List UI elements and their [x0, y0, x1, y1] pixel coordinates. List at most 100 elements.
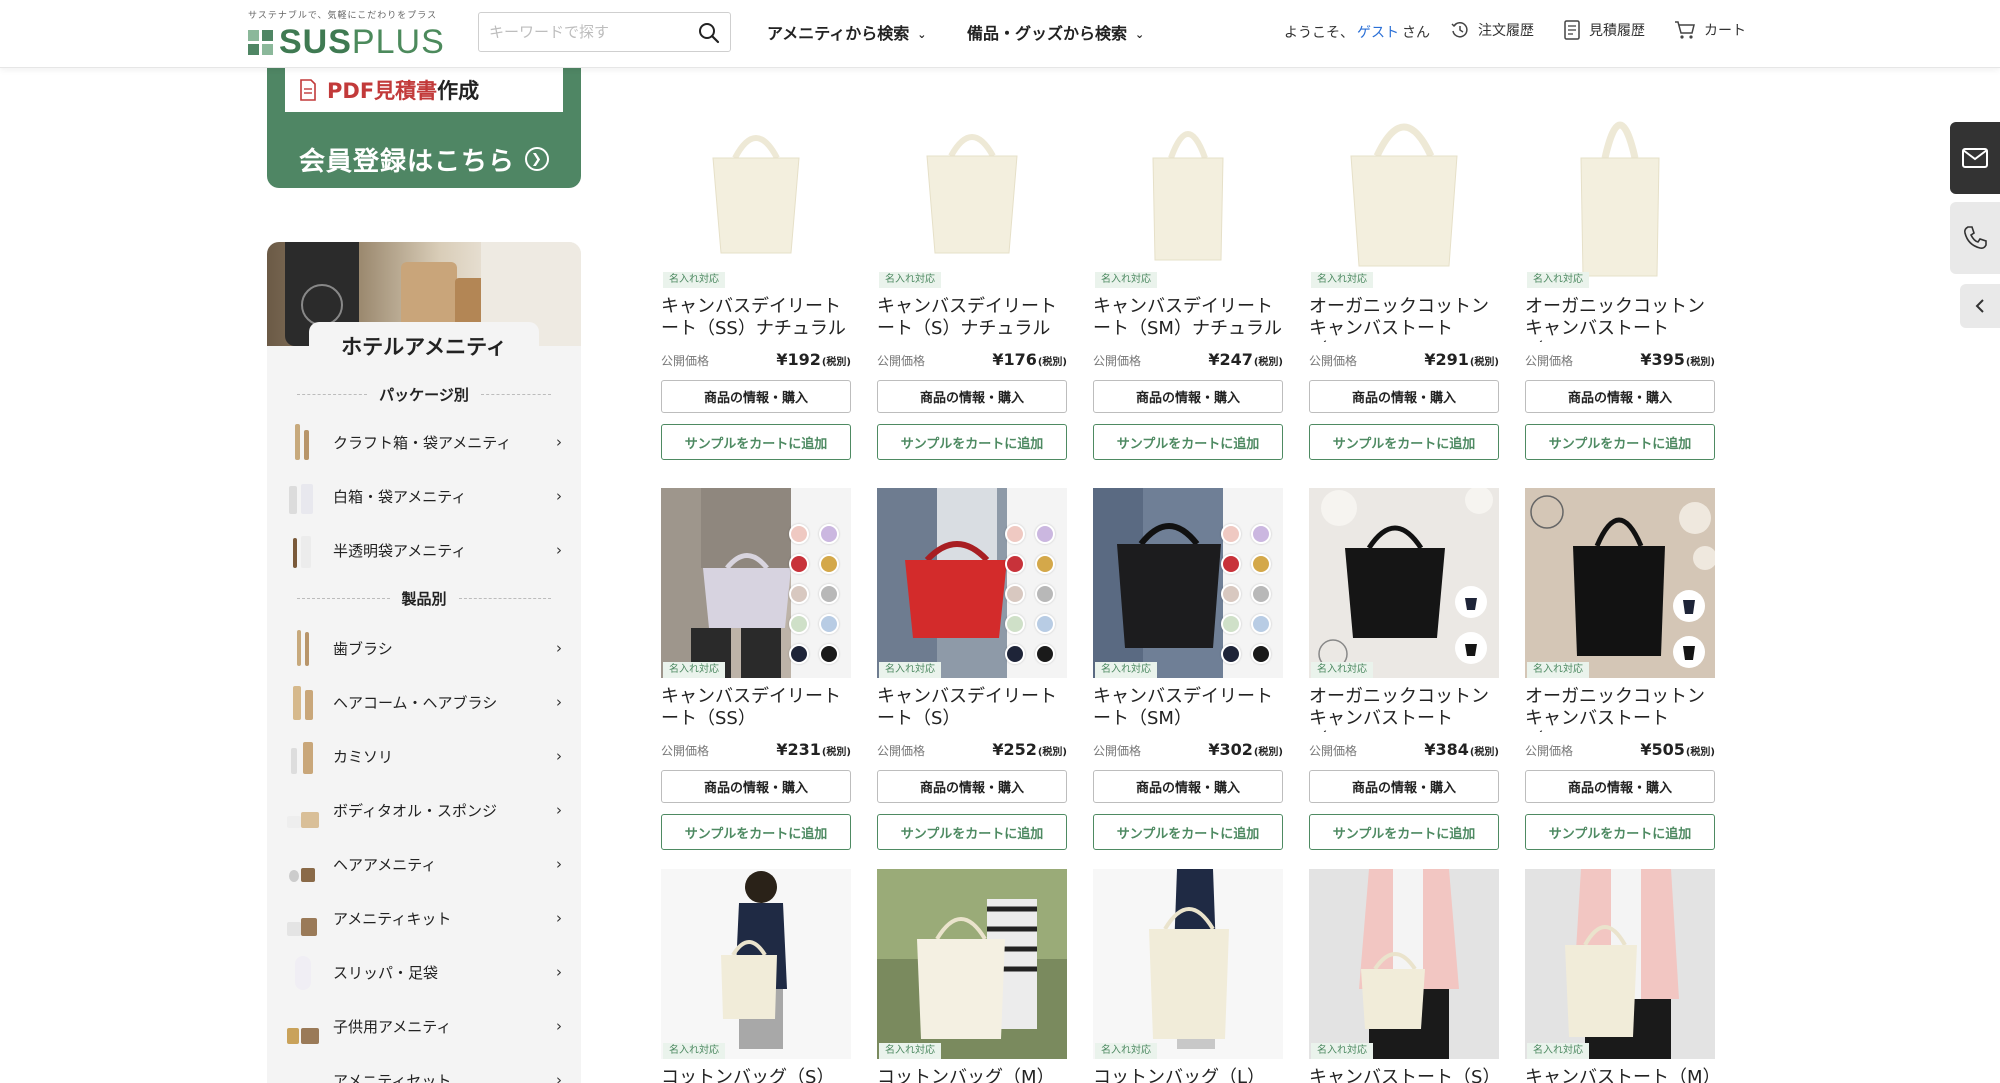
sidebar-item-razor[interactable]: カミソリ ›	[287, 736, 567, 776]
collapse-tab[interactable]	[1960, 284, 2000, 328]
product-info-button[interactable]: 商品の情報・購入	[1093, 770, 1283, 803]
product-name[interactable]: キャンバスデイリートート（S）ナチュラル	[877, 296, 1067, 342]
product-price: ¥231(税別)	[776, 740, 851, 759]
chevron-right-icon: ›	[556, 747, 562, 765]
site-header: サステナブルで、気軽にこだわりをプラス SUSPLUS アメニティから検索⌄ 備…	[0, 0, 2000, 68]
name-print-badge: 名入れ対応	[1311, 1043, 1373, 1059]
product-name[interactable]: キャンバスデイリートート（SS）ナチュラル	[661, 296, 851, 342]
sidebar-item-craft-box[interactable]: クラフト箱・袋アメニティ ›	[287, 422, 567, 462]
sidebar-item-hair-comb[interactable]: ヘアコーム・ヘアブラシ ›	[287, 682, 567, 722]
white-amenity-thumbnail	[287, 478, 317, 514]
color-swatches	[1221, 524, 1271, 664]
product-price: ¥384(税別)	[1424, 740, 1499, 759]
slippers-thumbnail	[287, 954, 317, 990]
product-price: ¥252(税別)	[992, 740, 1067, 759]
add-sample-button[interactable]: サンプルをカートに追加	[1309, 424, 1499, 460]
product-image[interactable]	[1093, 869, 1283, 1059]
search-input[interactable]	[489, 13, 689, 51]
sidebar-item-amenity-kit[interactable]: アメニティキット ›	[287, 898, 567, 938]
estimate-history-link[interactable]: 見積履歴	[1563, 20, 1645, 40]
product-image[interactable]	[1525, 869, 1715, 1059]
sidebar-item-white-box[interactable]: 白箱・袋アメニティ ›	[287, 476, 567, 516]
add-sample-button[interactable]: サンプルをカートに追加	[877, 424, 1067, 460]
product-image[interactable]	[1309, 488, 1499, 678]
site-logo[interactable]: サステナブルで、気軽にこだわりをプラス SUSPLUS	[248, 8, 445, 62]
product-image[interactable]	[877, 869, 1067, 1059]
order-history-link[interactable]: 注文履歴	[1450, 20, 1534, 40]
nav-goods-search[interactable]: 備品・グッズから検索 ⌄	[967, 20, 1144, 44]
sidebar-item-hair-amenity[interactable]: ヘアアメニティ ›	[287, 844, 567, 884]
register-button[interactable]: 会員登録はこちら ❯	[267, 130, 581, 188]
product-name[interactable]: キャンバスデイリートート（SM）ナチュラル	[1093, 296, 1283, 342]
product-name[interactable]: コットンバッグ（M）	[877, 1067, 1067, 1083]
product-info-button[interactable]: 商品の情報・購入	[661, 770, 851, 803]
cart-link[interactable]: カート	[1674, 20, 1746, 40]
price-label: 公開価格	[1309, 744, 1358, 758]
sidebar-item-toothbrush[interactable]: 歯ブラシ ›	[287, 628, 567, 668]
product-image[interactable]	[1093, 98, 1283, 288]
arrow-right-circle-icon: ❯	[525, 147, 549, 171]
product-image[interactable]	[1525, 488, 1715, 678]
price-label: 公開価格	[1309, 354, 1358, 368]
product-image[interactable]	[1525, 98, 1715, 288]
product-info-button[interactable]: 商品の情報・購入	[1525, 380, 1715, 413]
product-name[interactable]: キャンバスデイリートート（S）	[877, 686, 1067, 732]
add-sample-button[interactable]: サンプルをカートに追加	[661, 424, 851, 460]
chevron-right-icon: ›	[556, 909, 562, 927]
product-name[interactable]: キャンバスデイリートート（SS）	[661, 686, 851, 732]
product-name[interactable]: オーガニックコットンキャンバストート（S...	[1309, 686, 1499, 732]
phone-contact-tab[interactable]	[1950, 202, 2000, 274]
search-box	[478, 12, 731, 52]
sidebar-item-kids-amenity[interactable]: 子供用アメニティ ›	[287, 1006, 567, 1046]
product-image[interactable]	[1309, 869, 1499, 1059]
name-print-badge: 名入れ対応	[879, 272, 941, 288]
product-image[interactable]	[661, 869, 851, 1059]
add-sample-button[interactable]: サンプルをカートに追加	[1093, 424, 1283, 460]
product-info-button[interactable]: 商品の情報・購入	[1093, 380, 1283, 413]
chevron-right-icon: ›	[556, 1071, 562, 1083]
nav-amenity-search[interactable]: アメニティから検索 ⌄	[767, 20, 926, 44]
product-name[interactable]: キャンバストート（S）	[1309, 1067, 1499, 1083]
product-image[interactable]	[661, 98, 851, 288]
product-info-button[interactable]: 商品の情報・購入	[877, 770, 1067, 803]
add-sample-button[interactable]: サンプルをカートに追加	[661, 814, 851, 850]
pdf-estimate-button[interactable]: PDF見積書 作成	[285, 68, 563, 112]
product-name[interactable]: オーガニックコットンキャンバストート（M...	[1525, 686, 1715, 732]
sidebar-item-amenity-set[interactable]: アメニティセット ›	[287, 1060, 567, 1083]
sidebar-item-body-towel[interactable]: ボディタオル・スポンジ ›	[287, 790, 567, 830]
product-info-button[interactable]: 商品の情報・購入	[1309, 770, 1499, 803]
product-name[interactable]: コットンバッグ（S）	[661, 1067, 851, 1083]
chevron-right-icon: ›	[556, 541, 562, 559]
mail-contact-tab[interactable]	[1950, 122, 2000, 194]
product-info-button[interactable]: 商品の情報・購入	[877, 380, 1067, 413]
price-label: 公開価格	[877, 744, 926, 758]
product-image[interactable]	[877, 98, 1067, 288]
guest-link[interactable]: ゲスト	[1357, 22, 1399, 42]
add-sample-button[interactable]: サンプルをカートに追加	[877, 814, 1067, 850]
add-sample-button[interactable]: サンプルをカートに追加	[1093, 814, 1283, 850]
cart-icon	[1675, 21, 1695, 39]
price-label: 公開価格	[1525, 354, 1574, 368]
product-image[interactable]	[1309, 98, 1499, 288]
product-image[interactable]	[1093, 488, 1283, 678]
product-info-button[interactable]: 商品の情報・購入	[1309, 380, 1499, 413]
product-name[interactable]: コットンバッグ（L）	[1093, 1067, 1283, 1083]
add-sample-button[interactable]: サンプルをカートに追加	[1309, 814, 1499, 850]
product-name[interactable]: キャンバストート（M）	[1525, 1067, 1715, 1083]
amenity-kit-thumbnail	[287, 900, 317, 936]
add-sample-button[interactable]: サンプルをカートに追加	[1525, 814, 1715, 850]
product-name[interactable]: オーガニックコットンキャンバストート（M...	[1525, 296, 1715, 342]
add-sample-button[interactable]: サンプルをカートに追加	[1525, 424, 1715, 460]
product-info-button[interactable]: 商品の情報・購入	[661, 380, 851, 413]
sidebar-item-slippers[interactable]: スリッパ・足袋 ›	[287, 952, 567, 992]
product-name[interactable]: キャンバスデイリートート（SM）	[1093, 686, 1283, 732]
sidebar-item-translucent-bag[interactable]: 半透明袋アメニティ ›	[287, 530, 567, 570]
name-print-badge: 名入れ対応	[1527, 662, 1589, 678]
product-name[interactable]: オーガニックコットンキャンバストート（S...	[1309, 296, 1499, 342]
product-info-button[interactable]: 商品の情報・購入	[1525, 770, 1715, 803]
search-icon[interactable]	[698, 22, 720, 48]
mail-icon	[1962, 148, 1988, 168]
name-print-badge: 名入れ対応	[1311, 662, 1373, 678]
product-image[interactable]	[877, 488, 1067, 678]
product-image[interactable]	[661, 488, 851, 678]
